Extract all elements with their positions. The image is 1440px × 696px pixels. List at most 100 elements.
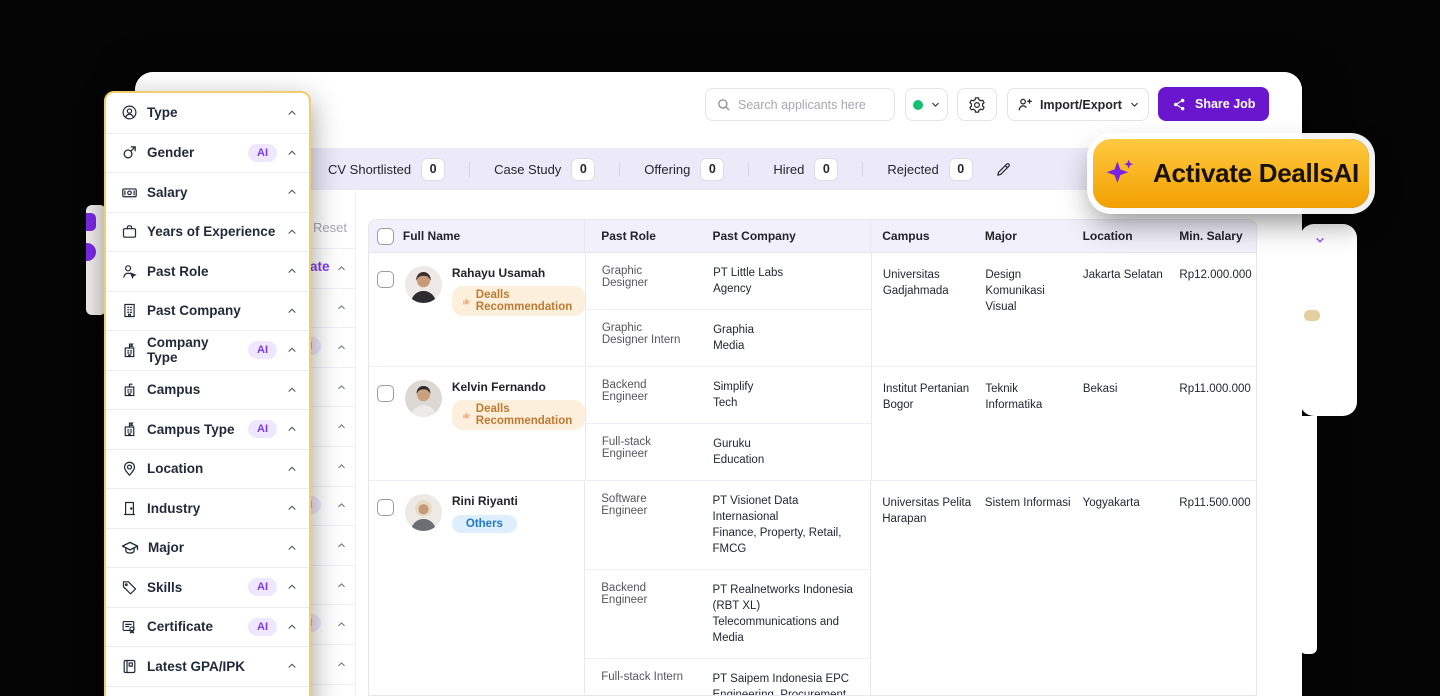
others-badge: Others	[451, 515, 517, 533]
sidebar-row-fragment: AI	[310, 327, 355, 367]
sparkle-icon	[1106, 159, 1134, 183]
briefcase-icon	[121, 223, 138, 240]
tab-case-study[interactable]: Case Study 0	[494, 157, 596, 181]
green-status-dot	[912, 99, 923, 110]
chevron-up-icon	[338, 503, 345, 508]
sidebar-row-fragment	[310, 287, 355, 328]
search-input[interactable]	[738, 97, 884, 112]
filter-item-latest-gpa[interactable]: Latest GPA/IPK	[106, 646, 309, 686]
door-icon	[121, 500, 138, 517]
tab-rejected[interactable]: Rejected 0	[887, 157, 973, 181]
campus-cell: Universitas Pelita Harapan	[882, 497, 972, 525]
chevron-down-icon	[1316, 238, 1324, 243]
ai-badge-fragment: AI	[310, 337, 321, 356]
chevron-up-icon	[288, 387, 296, 392]
tab-hired[interactable]: Hired 0	[773, 157, 839, 181]
row-checkbox[interactable]	[377, 385, 395, 402]
active-filter-fragment: ate	[310, 259, 330, 274]
share-job-button[interactable]: Share Job	[1158, 87, 1270, 121]
tag-icon	[121, 579, 138, 596]
experience-subrow: Backend Engineer Simplify Tech	[601, 379, 754, 409]
search-applicants-box[interactable]	[705, 88, 895, 121]
filter-item-skills[interactable]: Skills AI	[106, 567, 309, 607]
sidebar-row-fragment	[310, 406, 355, 446]
filter-item-years-of-experience[interactable]: Years of Experience	[106, 211, 309, 252]
column-campus: Campus	[882, 229, 930, 243]
avatar	[404, 266, 442, 303]
filter-item-past-company[interactable]: Past Company	[106, 290, 309, 331]
applicants-table: Full Name Past Role Past Company Campus …	[368, 219, 1257, 696]
filter-item-certificate[interactable]: Certificate AI	[106, 606, 309, 647]
filters-reset-button[interactable]: Reset	[313, 220, 347, 235]
chevron-up-icon	[288, 663, 296, 669]
filter-item-past-role[interactable]: Past Role	[106, 251, 309, 291]
min-salary-cell: Rp12.000.000	[1179, 269, 1252, 281]
chevron-up-icon	[338, 582, 345, 587]
filter-item-major[interactable]: Major	[106, 527, 309, 568]
chevron-up-icon	[288, 308, 296, 313]
sidebar-row-fragment	[310, 445, 355, 486]
row-checkbox[interactable]	[377, 271, 395, 288]
experience-subrow: Full-stack Engineer Guruku Education	[585, 423, 871, 480]
chevron-up-icon	[288, 584, 296, 590]
filter-item-campus[interactable]: Campus	[106, 369, 309, 410]
table-row[interactable]: Rahayu Usamah Dealls Recommendation Grap…	[369, 253, 1256, 367]
tab-offering[interactable]: Offering 0	[644, 157, 725, 181]
tab-count: 0	[421, 157, 446, 181]
experience-subrow: Graphic Designer PT Little Labs Agency	[601, 265, 784, 295]
applicant-name: Rahayu Usamah	[451, 266, 546, 280]
filter-item-location[interactable]: Location	[106, 448, 309, 489]
ai-badge-fragment: AI	[310, 495, 321, 514]
filter-item-company-type[interactable]: Company Type AI	[106, 330, 309, 370]
edit-stages-button[interactable]	[995, 161, 1012, 178]
tab-count: 0	[814, 157, 839, 181]
sidebar-row-fragment: AI	[310, 485, 355, 526]
ai-badge: AI	[248, 341, 277, 360]
filter-item-type[interactable]: Type	[106, 93, 309, 133]
sidebar-row-fragment: AI	[310, 604, 355, 644]
sidebar-row-fragment	[310, 643, 355, 684]
status-filter-dropdown[interactable]	[905, 88, 948, 121]
sidebar-row-fragment: ate	[310, 248, 355, 288]
tab-cv-shortlisted[interactable]: CV Shortlisted 0	[328, 157, 446, 181]
sidebar-collapsed-rows: ate AI AI AI	[310, 248, 355, 696]
row-checkbox[interactable]	[377, 499, 395, 516]
min-salary-cell: Rp11.500.000	[1179, 497, 1251, 509]
major-cell: Design Komunikasi Visual	[985, 269, 1045, 313]
campus-building-icon	[121, 381, 138, 398]
filter-item-industry[interactable]: Industry	[106, 488, 309, 528]
table-row[interactable]: Rini Riyanti Others Software Engineer PT…	[369, 481, 1256, 695]
chevron-up-icon	[288, 189, 296, 195]
chevron-down-icon	[1131, 102, 1138, 107]
major-cell: Sistem Informasi	[984, 497, 1071, 509]
filters-panel: Type Gender AI Salary Years of Experienc…	[104, 91, 311, 696]
table-row[interactable]: Kelvin Fernando Dealls Recommendation Ba…	[369, 367, 1256, 481]
settings-button[interactable]	[957, 88, 997, 121]
thumbs-up-icon	[462, 412, 470, 419]
major-cell: Teknik Informatika	[985, 383, 1043, 411]
applicant-name: Kelvin Fernando	[451, 380, 546, 394]
filter-item-campus-type[interactable]: Campus Type AI	[106, 409, 309, 449]
column-location: Location	[1082, 229, 1133, 243]
select-all-checkbox[interactable]	[377, 227, 395, 245]
experience-subrow: Software Engineer PT Visionet Data Inter…	[601, 493, 842, 555]
min-salary-cell: Rp11.000.000	[1179, 383, 1251, 395]
tab-separator	[469, 161, 471, 177]
filter-item-salary[interactable]: Salary	[106, 172, 309, 212]
tab-separator	[619, 161, 621, 177]
column-min-salary: Min. Salary	[1179, 229, 1243, 243]
chevron-up-icon	[288, 268, 296, 274]
chevron-up-icon	[338, 424, 345, 429]
sidebar-row-fragment	[310, 683, 355, 696]
import-export-button[interactable]: Import/Export	[1007, 88, 1149, 121]
chevron-up-icon	[288, 624, 296, 629]
experience-subrow: Full-stack Intern PT Saipem Indonesia EP…	[585, 658, 871, 695]
activate-deallsai-button[interactable]: Activate DeallsAI	[1093, 139, 1369, 208]
recommendation-badge: Dealls Recommendation	[451, 286, 586, 316]
column-past-company: Past Company	[712, 229, 796, 243]
chevron-up-icon	[288, 505, 296, 511]
graduation-cap-icon	[121, 539, 139, 557]
filter-item-gender[interactable]: Gender AI	[106, 132, 309, 173]
tab-separator	[862, 161, 864, 177]
avatar	[404, 494, 442, 531]
